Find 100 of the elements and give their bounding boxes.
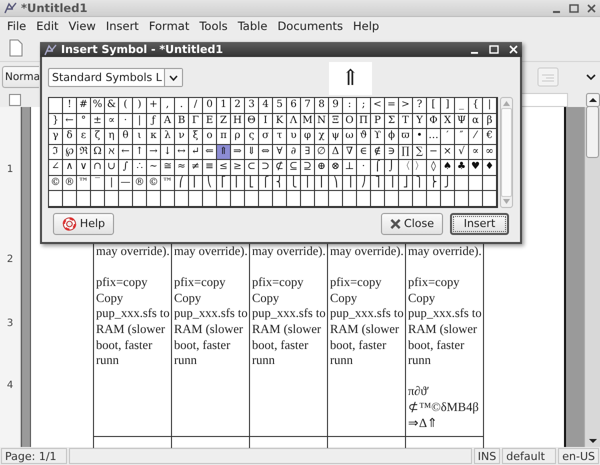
symbol-cell[interactable]: © [49,176,63,191]
symbol-cell[interactable]: Χ [441,114,455,129]
symbol-cell[interactable]: ⎮ [315,176,329,191]
symbol-cell[interactable]: α [469,114,483,129]
symbol-cell[interactable] [105,191,119,206]
symbol-cell[interactable]: ϕ [385,129,399,144]
symbol-cell[interactable]: → [147,144,161,160]
symbol-cell[interactable]: ς [245,129,259,144]
symbol-cell[interactable] [119,191,133,206]
symbol-cell[interactable]: ] [441,98,455,114]
symbol-cell[interactable]: ξ [189,129,203,144]
symbol-cell[interactable]: | [105,176,119,191]
symbol-cell[interactable]: λ [161,129,175,144]
symbol-cell[interactable]: Π [357,114,371,129]
vertical-scrollbar[interactable] [584,107,600,447]
symbol-cell[interactable]: Μ [301,114,315,129]
symbol-cell[interactable]: ™ [77,176,91,191]
symbol-cell[interactable]: ∈ [357,144,371,160]
symbol-cell[interactable]: Γ [189,114,203,129]
symbol-cell[interactable] [301,191,315,206]
symbol-cell[interactable]: { [469,98,483,114]
menu-item[interactable]: Table [232,19,272,33]
symbol-cell[interactable]: γ [49,129,63,144]
symbol-cell[interactable]: ⇓ [245,144,259,160]
symbol-cell[interactable]: φ [301,129,315,144]
symbol-cell[interactable]: ℵ [105,144,119,160]
symbol-cell[interactable]: ⎝ [203,176,217,191]
symbol-cell[interactable]: ♦ [483,160,497,176]
symbol-cell[interactable] [455,191,469,206]
symbol-cell[interactable]: Ν [315,114,329,129]
symbol-cell[interactable] [357,191,371,206]
menu-item[interactable]: File [2,19,32,33]
symbol-cell[interactable]: ⎦ [399,176,413,191]
symbol-cell[interactable] [371,191,385,206]
symbol-cell[interactable]: ∪ [105,160,119,176]
symbol-cell[interactable]: 〈 [399,160,413,176]
chevron-icon[interactable] [586,73,596,81]
symbol-cell[interactable]: √ [455,144,469,160]
symbol-cell[interactable]: · [119,114,133,129]
symbol-cell[interactable]: 4 [259,98,273,114]
symbol-cell[interactable] [441,191,455,206]
insert-button[interactable]: Insert [450,212,509,234]
symbol-cell[interactable]: ϖ [399,129,413,144]
symbol-cell[interactable]: ℜ [77,144,91,160]
symbol-cell[interactable]: ϑ [357,129,371,144]
symbol-cell[interactable] [399,191,413,206]
symbol-cell[interactable]: Ζ [217,114,231,129]
symbol-cell[interactable]: Ε [203,114,217,129]
symbol-cell[interactable]: [ [427,98,441,114]
symbol-cell[interactable]: ( [119,98,133,114]
symbol-cell[interactable] [413,191,427,206]
symbol-cell[interactable]: Υ [413,114,427,129]
symbol-cell[interactable]: Ρ [371,114,385,129]
symbol-cell[interactable]: ® [133,176,147,191]
symbol-cell[interactable] [203,191,217,206]
symbol-cell[interactable] [77,191,91,206]
symbol-cell[interactable]: ⎫ [413,176,427,191]
symbol-cell[interactable]: _ [455,98,469,114]
symbol-cell[interactable]: Φ [427,114,441,129]
symbol-cell[interactable]: ℑ [49,144,63,160]
help-button[interactable]: Help [53,212,114,234]
symbol-cell[interactable]: ◊ [427,160,441,176]
symbol-cell[interactable]: % [91,98,105,114]
symbol-cell[interactable]: ″ [455,129,469,144]
symbol-cell[interactable]: ι [133,129,147,144]
symbol-cell[interactable]: ≠ [189,160,203,176]
symbol-cell[interactable]: Ω [91,144,105,160]
symbol-cell[interactable]: ⇒ [231,144,245,160]
symbol-cell[interactable]: ⊆ [287,160,301,176]
symbol-cell[interactable] [175,191,189,206]
symbol-cell[interactable]: € [483,129,497,144]
symbol-cell[interactable]: ⎠ [357,176,371,191]
symbol-cell[interactable] [161,191,175,206]
symbol-cell[interactable] [217,191,231,206]
close-icon[interactable] [587,4,596,12]
symbol-cell[interactable]: Η [231,114,245,129]
symbol-cell[interactable]: ∃ [301,144,315,160]
symbol-cell[interactable]: ≈ [175,160,189,176]
symbol-cell[interactable]: , [161,98,175,114]
symbol-cell[interactable]: ⎟ [343,176,357,191]
symbol-cell[interactable]: . [175,98,189,114]
symbol-cell[interactable]: | [133,114,147,129]
symbol-cell[interactable]: # [77,98,91,114]
symbol-cell[interactable]: 8 [315,98,329,114]
symbol-cell[interactable]: ⎪ [301,176,315,191]
symbol-cell[interactable]: ≡ [203,160,217,176]
symbol-cell[interactable]: ⊗ [329,160,343,176]
symbol-cell[interactable]: Ο [343,114,357,129]
symbol-cell[interactable]: : [343,98,357,114]
symbol-cell[interactable]: = [385,98,399,114]
symbol-cell[interactable]: ψ [329,129,343,144]
symbol-cell[interactable]: ! [63,98,77,114]
symbol-cell[interactable]: ® [63,176,77,191]
symbol-cell[interactable]: ρ [231,129,245,144]
symbol-cell[interactable]: Ξ [329,114,343,129]
symbol-cell[interactable] [231,191,245,206]
symbol-cell[interactable]: Δ [329,144,343,160]
symbol-cell[interactable] [469,191,483,206]
symbol-cell[interactable]: ⎞ [329,176,343,191]
symbol-cell[interactable]: Β [175,114,189,129]
